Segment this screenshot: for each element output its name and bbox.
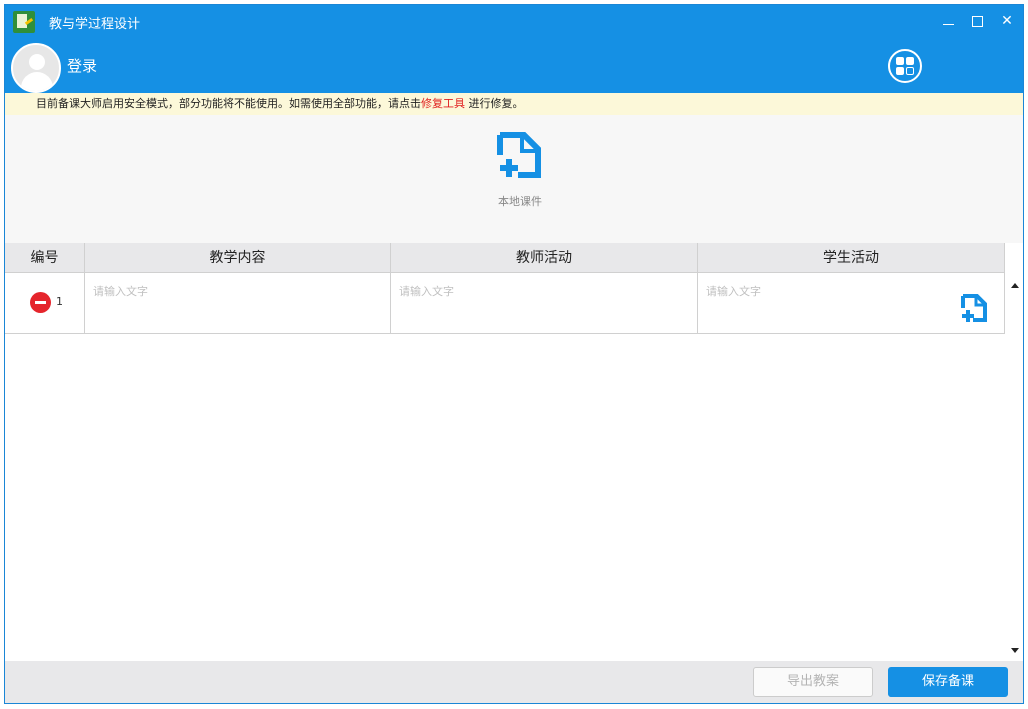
avatar[interactable] bbox=[11, 43, 61, 93]
grid-menu-icon[interactable] bbox=[888, 49, 922, 83]
scroll-up-arrow-icon[interactable] bbox=[1011, 283, 1019, 288]
row-number: 1 bbox=[56, 295, 63, 308]
teaching-content-cell bbox=[85, 273, 391, 333]
student-activity-input[interactable] bbox=[706, 285, 946, 298]
footer-bar: 导出教案 保存备课 bbox=[5, 661, 1023, 703]
maximize-icon[interactable] bbox=[966, 11, 988, 31]
minimize-icon[interactable] bbox=[937, 11, 959, 31]
title-bar: 教与学过程设计 ✕ bbox=[5, 5, 1023, 37]
login-link[interactable]: 登录 bbox=[67, 55, 97, 76]
column-header-student-activity: 学生活动 bbox=[698, 243, 1005, 273]
safe-mode-notice: 目前备课大师启用安全模式，部分功能将不能使用。如需使用全部功能，请点击修复工具 … bbox=[5, 93, 1023, 115]
teacher-activity-cell bbox=[391, 273, 698, 333]
teacher-activity-input[interactable] bbox=[399, 285, 679, 298]
column-header-number: 编号 bbox=[5, 243, 85, 273]
save-lesson-button[interactable]: 保存备课 bbox=[888, 667, 1008, 697]
repair-tool-link[interactable]: 修复工具 bbox=[421, 97, 465, 110]
student-activity-cell bbox=[698, 273, 1005, 333]
number-cell: 1 bbox=[5, 273, 85, 333]
table-header: 编号 教学内容 教师活动 学生活动 bbox=[5, 243, 1005, 273]
app-window: 教与学过程设计 ✕ 登录 目前备课大师启用安全模式，部分功能将不能使用。如需使用… bbox=[4, 4, 1024, 704]
column-header-teacher-activity: 教师活动 bbox=[391, 243, 698, 273]
table-row: 1 bbox=[5, 273, 1005, 334]
upload-area: 本地课件 bbox=[5, 115, 1023, 243]
remove-row-icon[interactable] bbox=[30, 292, 51, 313]
column-header-teaching-content: 教学内容 bbox=[85, 243, 391, 273]
vertical-scrollbar[interactable] bbox=[1005, 273, 1023, 661]
scroll-down-arrow-icon[interactable] bbox=[1011, 648, 1019, 653]
notice-text: 目前备课大师启用安全模式，部分功能将不能使用。如需使用全部功能，请点击 bbox=[36, 97, 421, 110]
window-title: 教与学过程设计 bbox=[49, 17, 141, 32]
app-icon bbox=[13, 11, 35, 33]
close-icon[interactable]: ✕ bbox=[996, 11, 1018, 31]
add-row-icon[interactable] bbox=[960, 293, 988, 323]
file-add-icon[interactable] bbox=[496, 131, 542, 179]
export-lesson-plan-button[interactable]: 导出教案 bbox=[753, 667, 873, 697]
user-bar: 登录 bbox=[5, 37, 1023, 93]
notice-text-end: 进行修复。 bbox=[465, 97, 524, 110]
teaching-content-input[interactable] bbox=[93, 285, 373, 298]
local-courseware-label[interactable]: 本地课件 bbox=[496, 193, 544, 209]
